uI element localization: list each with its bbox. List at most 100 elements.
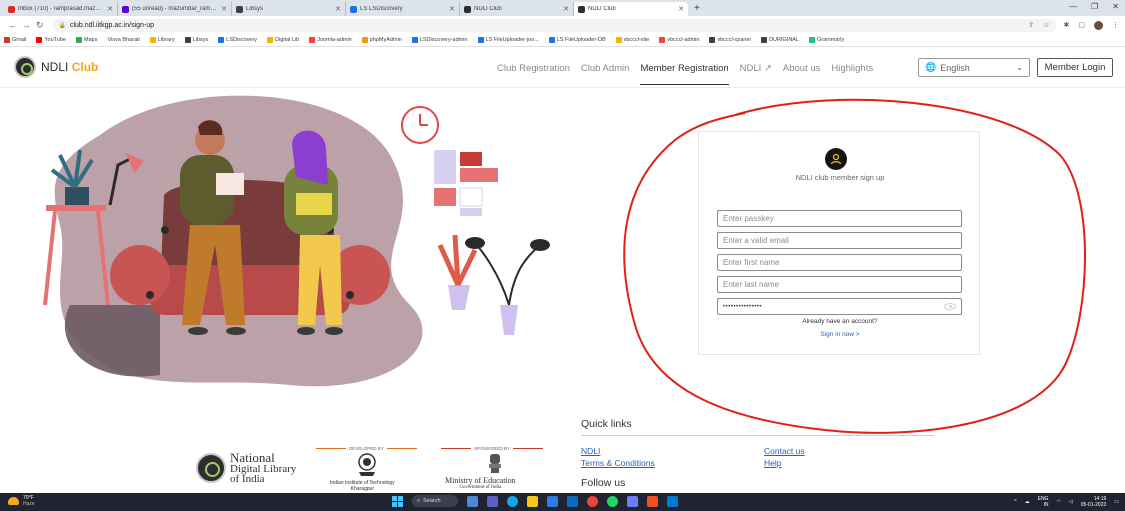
bookmark-item[interactable]: vbcccl-site [615,37,649,43]
reload-icon[interactable]: ↻ [33,20,47,31]
taskbar-search[interactable]: ⌕ Search [412,495,458,507]
address-bar[interactable]: 🔒 club.ndl.iitkgp.ac.in/sign-up ⇪ ☆ [52,18,1056,32]
wifi-icon[interactable]: ◠ [1056,499,1060,505]
ndli-club-logo[interactable]: NDLI Club [14,56,98,78]
clock[interactable]: 14:19 05-01-2023 [1081,496,1107,508]
extensions-icon[interactable]: ✱ [1064,21,1070,30]
nav-item[interactable]: NDLI ↗ [740,63,772,85]
moe-name: Ministry of Education Government of Indi… [445,477,516,491]
email-field[interactable]: Enter a valid email [717,232,962,249]
browser-tab[interactable]: (55 unread) - mazumdar_ram@y... ✕ [118,2,232,16]
bookmark-item[interactable]: LSDiscovery [218,37,257,43]
tab-title: NDLI Club [474,6,502,12]
bookmark-item[interactable]: LS FileUploader-joo... [477,37,539,43]
tab-close-icon[interactable]: ✕ [107,5,113,13]
mail-icon[interactable] [567,495,578,507]
bookmark-item[interactable]: Digital Lib [267,37,299,43]
close-window-icon[interactable]: ✕ [1112,2,1119,11]
ndl-india-logo: National Digital Library of India [196,451,296,485]
footer-link-contact[interactable]: Contact us [764,446,805,456]
photos-icon[interactable] [667,495,678,507]
browser-tab[interactable]: Inbox (710) - ramprasad.mazum... ✕ [4,2,118,16]
tray-chevron-icon[interactable]: ^ [1014,499,1016,505]
onedrive-icon[interactable]: ☁ [1025,499,1030,505]
first-name-field[interactable]: Enter first name [717,254,962,271]
tab-favicon [578,5,585,13]
profile-avatar[interactable] [1094,20,1104,30]
nav-item[interactable]: Club Registration [497,63,570,85]
browser-tab[interactable]: NDLI Club ✕ [460,2,574,16]
tab-close-icon[interactable]: ✕ [678,5,684,13]
menu-kebab-icon[interactable]: ⋮ [1112,21,1119,30]
nav-item[interactable]: Club Admin [581,63,630,85]
bookmark-icon [659,37,666,43]
tab-close-icon[interactable]: ✕ [335,5,341,13]
bookmark-item[interactable]: vbcccl-admin [659,37,699,43]
bookmark-item[interactable]: OURIGINAL [760,37,799,43]
bookmark-item[interactable]: Grammarly [809,37,844,43]
tab-title: Inbox (710) - ramprasad.mazum... [18,6,105,12]
restore-icon[interactable]: ❐ [1091,2,1098,11]
app-icon[interactable] [627,495,638,507]
passkey-field[interactable]: Enter passkey [717,210,962,227]
volume-icon[interactable]: ◁ [1069,499,1073,505]
sidepanel-icon[interactable]: ▢ [1078,21,1085,30]
bookmark-label: YouTube [44,37,66,43]
show-password-icon[interactable] [944,303,956,310]
tab-close-icon[interactable]: ✕ [563,5,569,13]
new-tab-button[interactable]: + [688,2,706,16]
tab-close-icon[interactable]: ✕ [449,5,455,13]
chrome-icon[interactable] [587,495,598,507]
bookmark-item[interactable]: LSDiscovery-admin [411,37,468,43]
weather-widget[interactable]: 70°F Haze [8,495,35,507]
bookmark-item[interactable]: YouTube [36,37,66,43]
share-icon[interactable]: ⇪ [1028,21,1034,29]
tab-title: NDLI Club [588,6,616,12]
file-explorer-icon[interactable] [527,495,538,507]
bookmark-item[interactable]: Maps [76,37,97,43]
nav-item[interactable]: About us [783,63,821,85]
chevron-down-icon: ⌄ [1016,63,1023,72]
office-icon[interactable] [647,495,658,507]
language-select[interactable]: 🌐 English ⌄ [918,58,1030,77]
footer-link-ndli[interactable]: NDLI [581,446,600,456]
forward-icon[interactable]: → [20,20,34,30]
notifications-icon[interactable]: ▭ [1114,499,1119,505]
footer-link-help[interactable]: Help [764,458,781,468]
back-icon[interactable]: ← [6,20,20,30]
store-icon[interactable] [547,495,558,507]
nav-item[interactable]: Member Registration [640,63,729,85]
bookmark-item[interactable]: Libsys [184,37,208,43]
sign-in-link[interactable]: Sign in now > [699,331,981,338]
tab-favicon [8,5,15,13]
tab-close-icon[interactable]: ✕ [221,5,227,13]
user-add-glyph [830,153,842,165]
bookmark-icon [309,37,316,43]
bookmark-item[interactable]: phpMyAdmin [361,37,402,43]
browser-tab[interactable]: LS LSDiscovery ✕ [346,2,460,16]
screenshot-root: Inbox (710) - ramprasad.mazum... ✕ (55 unr… [0,0,1125,511]
bookmark-item[interactable]: Library [149,37,175,43]
bookmark-item[interactable]: LS FileUploader-DB [548,37,606,43]
bookmark-item[interactable]: vbcccl-cpanel [709,37,751,43]
browser-tab[interactable]: Libsys ✕ [232,2,346,16]
bookmark-icon [267,37,274,43]
browser-tab[interactable]: NDLI Club ✕ [574,2,688,16]
whatsapp-icon[interactable] [607,495,618,507]
bookmark-item[interactable]: Joomla-admin [309,37,352,43]
ashoka-emblem-icon [489,454,501,473]
password-field[interactable]: ••••••••••••••• [717,298,962,315]
nav-item[interactable]: Highlights [831,63,873,85]
minimize-icon[interactable]: — [1069,2,1077,11]
last-name-field[interactable]: Enter last name [717,276,962,293]
bookmark-item[interactable]: Gmail [4,37,26,43]
member-login-button[interactable]: Member Login [1037,58,1113,77]
task-view-icon[interactable] [467,495,478,507]
bookmark-item[interactable]: Visva Bharati [107,37,139,43]
language-indicator[interactable]: ENG IN [1038,496,1049,508]
footer-link-terms[interactable]: Terms & Conditions [581,458,655,468]
bookmark-star-icon[interactable]: ☆ [1043,21,1049,29]
edge-icon[interactable] [507,495,518,507]
start-icon[interactable] [392,495,403,507]
teams-icon[interactable] [487,495,498,507]
